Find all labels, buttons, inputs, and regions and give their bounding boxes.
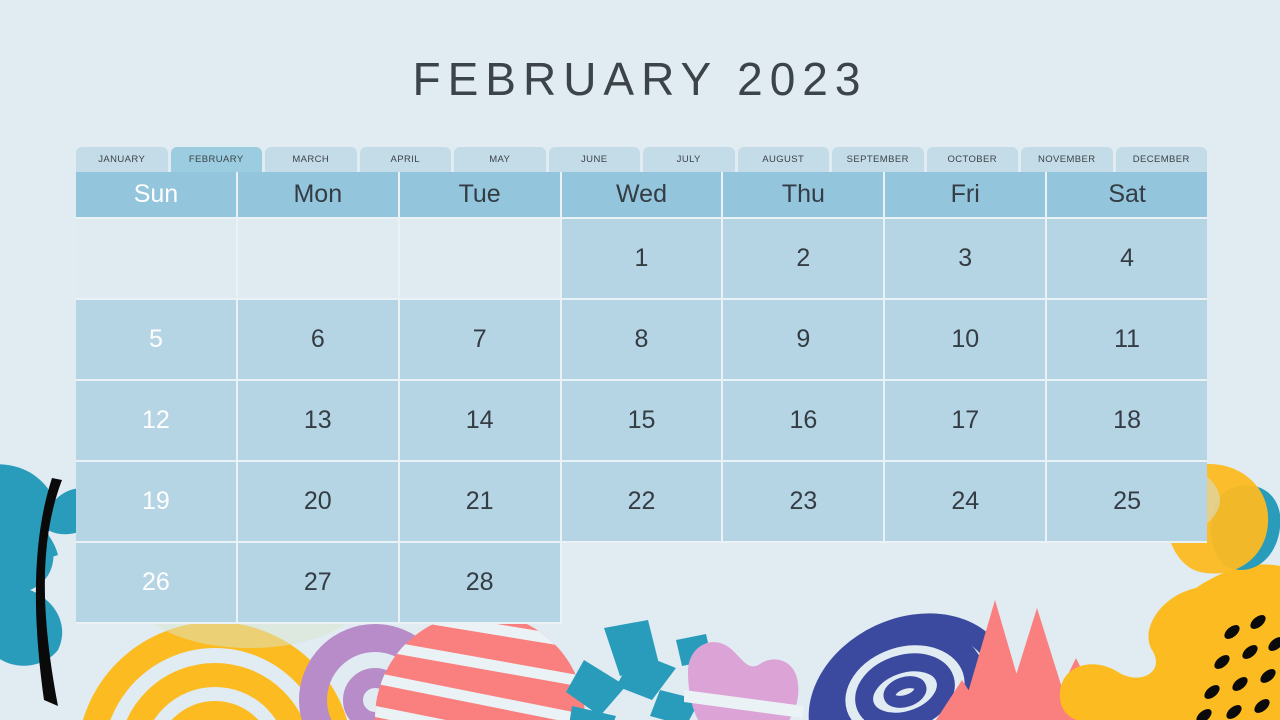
month-tab-august[interactable]: AUGUST xyxy=(737,147,829,172)
day-cell-28[interactable]: 28 xyxy=(399,543,562,624)
day-cell-22[interactable]: 22 xyxy=(561,462,724,543)
calendar-grid: Sun Mon Tue Wed Thu Fri Sat 1 2 3 4 5 6 7 8 9 10 11 12 13 1… xyxy=(76,172,1208,624)
day-cell-8[interactable]: 8 xyxy=(561,300,724,381)
day-cell-10[interactable]: 10 xyxy=(885,300,1048,381)
calendar-week-row: 1234 xyxy=(76,219,1208,300)
month-tab-november[interactable]: NOVEMBER xyxy=(1021,147,1113,172)
weekday-header-sun: Sun xyxy=(76,172,238,219)
day-cell-empty xyxy=(885,543,1047,624)
day-cell-7[interactable]: 7 xyxy=(399,300,562,381)
day-cell-17[interactable]: 17 xyxy=(885,381,1048,462)
month-tab-october[interactable]: OCTOBER xyxy=(926,147,1018,172)
day-cell-empty xyxy=(1047,543,1207,624)
day-cell-empty xyxy=(76,219,238,300)
calendar-week-row: 12 13 14 15 16 17 18 xyxy=(76,381,1208,462)
calendar-week-row: 5 6 7 8 9 10 11 xyxy=(76,300,1208,381)
day-cell-20[interactable]: 20 xyxy=(237,462,400,543)
day-cell-empty xyxy=(562,543,724,624)
day-cell-11[interactable]: 11 xyxy=(1047,300,1208,381)
day-cell-1[interactable]: 1 xyxy=(561,219,724,300)
day-cell-5[interactable]: 5 xyxy=(76,300,238,381)
weekday-header-tue: Tue xyxy=(399,172,562,219)
day-cell-3[interactable]: 3 xyxy=(885,219,1048,300)
day-cell-2[interactable]: 2 xyxy=(723,219,886,300)
day-cell-26[interactable]: 26 xyxy=(76,543,238,624)
day-cell-19[interactable]: 19 xyxy=(76,462,238,543)
month-tab-june[interactable]: JUNE xyxy=(548,147,640,172)
day-cell-6[interactable]: 6 xyxy=(237,300,400,381)
day-cell-18[interactable]: 18 xyxy=(1047,381,1208,462)
month-tab-march[interactable]: MARCH xyxy=(265,147,357,172)
day-cell-empty xyxy=(723,543,885,624)
calendar-page: FEBRUARY 2023 JANUARY FEBRUARY MARCH APRIL M… xyxy=(0,0,1280,720)
weekday-header-sat: Sat xyxy=(1047,172,1208,219)
day-cell-9[interactable]: 9 xyxy=(723,300,886,381)
day-cell-13[interactable]: 13 xyxy=(237,381,400,462)
month-tab-february[interactable]: FEBRUARY xyxy=(170,147,262,172)
day-cell-empty xyxy=(237,219,400,300)
day-cell-23[interactable]: 23 xyxy=(723,462,886,543)
day-cell-16[interactable]: 16 xyxy=(723,381,886,462)
day-cell-24[interactable]: 24 xyxy=(885,462,1048,543)
month-tab-july[interactable]: JULY xyxy=(643,147,735,172)
weekday-header-wed: Wed xyxy=(561,172,724,219)
month-tab-december[interactable]: DECEMBER xyxy=(1115,147,1207,172)
calendar-weeks: 1 2 3 4 5 6 7 8 9 10 11 12 13 14 15 16 17 18 19 20 21 22 23 24 2… xyxy=(76,219,1208,624)
month-tab-january[interactable]: JANUARY xyxy=(76,147,168,172)
day-cell-21[interactable]: 21 xyxy=(399,462,562,543)
day-cell-25[interactable]: 25 xyxy=(1047,462,1208,543)
day-cell-14[interactable]: 14 xyxy=(399,381,562,462)
month-tab-april[interactable]: APRIL xyxy=(359,147,451,172)
weekday-header-mon: Mon xyxy=(237,172,400,219)
month-tab-bar: JANUARY FEBRUARY MARCH APRIL MAY JUNE JULY AUGU… xyxy=(76,147,1207,172)
weekday-header-thu: Thu xyxy=(723,172,886,219)
day-cell-4[interactable]: 4 xyxy=(1047,219,1208,300)
day-cell-empty xyxy=(399,219,562,300)
day-cell-12[interactable]: 12 xyxy=(76,381,238,462)
calendar-week-row: 26 27 28 xyxy=(76,543,1207,624)
page-title: FEBRUARY 2023 xyxy=(412,53,868,105)
weekday-header-fri: Fri xyxy=(885,172,1048,219)
day-cell-15[interactable]: 15 xyxy=(561,381,724,462)
month-tab-may[interactable]: MAY xyxy=(454,147,546,172)
weekday-header-row: Sun Mon Tue Wed Thu Fri Sat xyxy=(76,172,1208,219)
calendar-week-row: 19 20 21 22 23 24 25 xyxy=(76,462,1208,543)
day-cell-27[interactable]: 27 xyxy=(237,543,400,624)
month-tab-september[interactable]: SEPTEMBER xyxy=(832,147,924,172)
